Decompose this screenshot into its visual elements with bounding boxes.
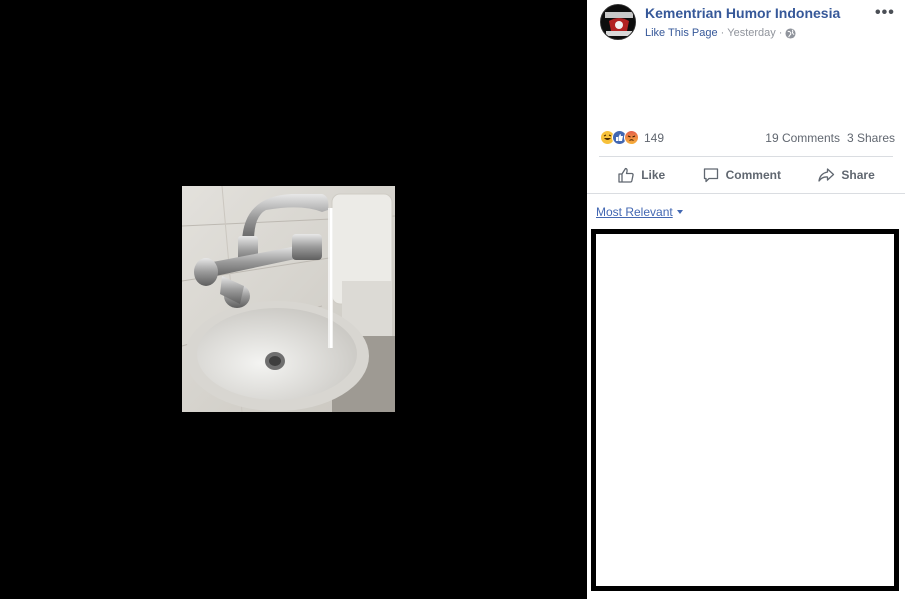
share-button-label: Share [841, 168, 875, 182]
share-button[interactable]: Share [817, 166, 875, 184]
meta-separator-2: · [778, 27, 783, 39]
meta-separator: · [720, 27, 725, 39]
sink-image [182, 186, 395, 412]
thumbs-up-icon [618, 167, 634, 183]
page-name[interactable]: Kementrian Humor Indonesia [645, 5, 840, 21]
comment-button-label: Comment [725, 168, 781, 182]
chevron-down-icon [676, 210, 683, 214]
like-button[interactable]: Like [617, 166, 665, 184]
post-photo[interactable] [182, 186, 395, 412]
page-avatar[interactable] [600, 4, 636, 40]
post-action-bar: Like Comment Share [599, 157, 893, 193]
post-time[interactable]: Yesterday [727, 27, 776, 39]
angry-reaction-icon [624, 130, 639, 145]
globe-icon [785, 27, 796, 39]
photo-viewer [0, 0, 587, 599]
page-logo-icon [601, 5, 635, 39]
post-side-panel: Kementrian Humor Indonesia Like This Pag… [587, 0, 905, 599]
like-page-link[interactable]: Like This Page [645, 27, 718, 39]
reaction-count: 149 [644, 130, 665, 145]
more-options-icon[interactable]: ••• [875, 4, 895, 22]
comments-area [591, 229, 899, 591]
comment-input-strip [587, 591, 905, 599]
post-meta: Like This Page · Yesterday · [645, 27, 796, 39]
comment-sort-label: Most Relevant [596, 205, 673, 219]
comment-sort-dropdown[interactable]: Most Relevant [596, 205, 683, 219]
divider-bottom [587, 193, 905, 194]
reactions-summary[interactable]: 149 [600, 130, 664, 145]
engagement-counts: 19 Comments 3 Shares [765, 131, 895, 145]
share-arrow-icon [818, 168, 835, 182]
comment-icon [703, 168, 718, 183]
shares-count-link[interactable]: 3 Shares [847, 131, 895, 145]
comments-count-link[interactable]: 19 Comments [765, 131, 840, 145]
comment-button[interactable]: Comment [702, 166, 781, 184]
like-button-label: Like [641, 168, 666, 182]
